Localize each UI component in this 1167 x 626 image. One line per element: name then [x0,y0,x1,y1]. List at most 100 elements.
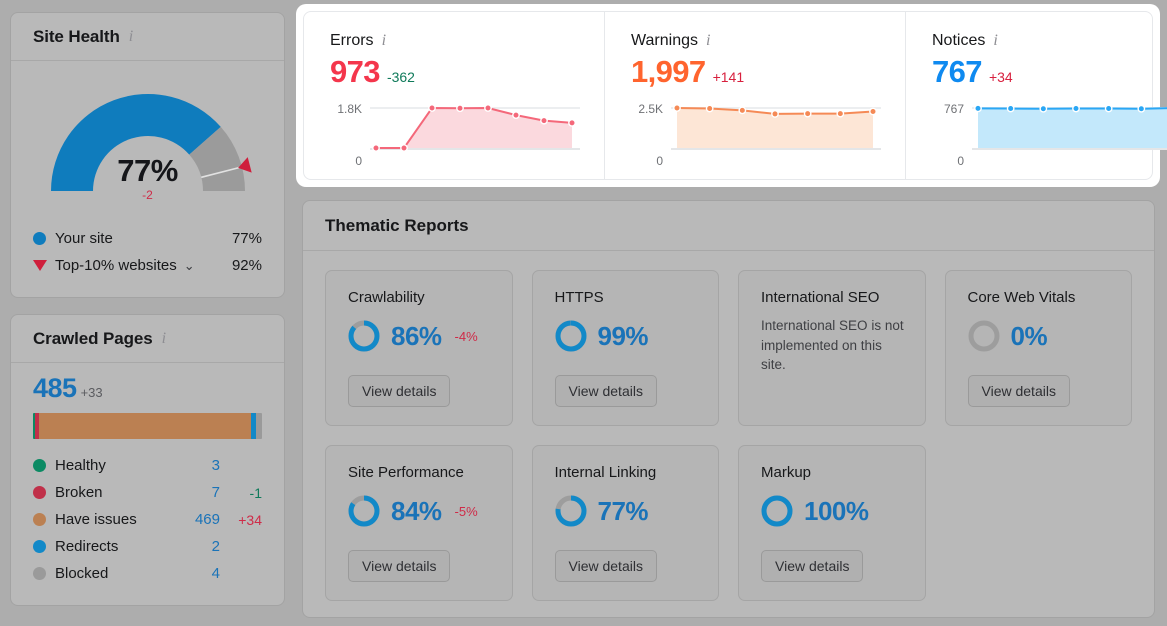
stat-header: Errorsi [330,32,580,50]
sparkline-axis: 1.8K0 [330,102,370,162]
thematic-tile-title: Internal Linking [555,464,699,481]
chevron-down-icon[interactable]: ⌄ [184,258,195,273]
view-details-button[interactable]: View details [348,375,450,407]
thematic-tile-title: Core Web Vitals [968,289,1112,306]
stat-sparkline: 2.5K0 [631,102,881,162]
stat-value: 1,997 [631,54,706,90]
site-health-legend-label: Top-10% websites⌄ [55,257,232,274]
thematic-tile[interactable]: Markup 100% View details [738,445,926,601]
stat-card-notices[interactable]: Noticesi767+347670 [905,12,1167,179]
progress-ring-icon [761,495,793,527]
progress-ring-icon [348,495,380,527]
progress-ring-icon [968,320,1000,352]
thematic-tile[interactable]: HTTPS 99% View details [532,270,720,426]
crawled-pages-legend-label: Have issues [55,511,176,528]
thematic-reports-title: Thematic Reports [303,201,1154,251]
crawled-pages-panel: Crawled Pages i 485 +33 Healthy3Broken7-… [10,314,285,606]
thematic-tile-metric: 0% [968,320,1112,352]
thematic-tile-title: International SEO [761,289,905,306]
crawled-pages-legend-count: 4 [176,565,220,582]
issues-summary-card: Errorsi973-3621.8K0Warningsi1,997+1412.5… [303,11,1153,180]
stat-value: 767 [932,54,982,90]
stat-sparkline: 7670 [932,102,1167,162]
crawled-pages-legend-row[interactable]: Healthy3 [33,452,262,479]
info-icon[interactable]: i [382,33,386,49]
crawled-pages-legend-label: Redirects [55,538,176,555]
site-health-panel: Site Health i 77% -2 Your site77%Top-10%… [10,12,285,298]
thematic-tile[interactable]: Core Web Vitals 0% View details [945,270,1133,426]
site-health-gauge: 77% -2 [33,73,262,221]
thematic-tile-percent: 77% [598,496,649,527]
thematic-tile-description: International SEO is not implemented on … [761,316,905,375]
legend-dot-icon [33,540,46,553]
thematic-reports-panel: Thematic Reports Crawlability86%-4%View … [302,200,1155,618]
view-details-button[interactable]: View details [968,375,1070,407]
thematic-tile-title: Markup [761,464,905,481]
thematic-tile-metric: 84%-5% [348,495,492,527]
thematic-tile-metric: 99% [555,320,699,352]
thematic-tile-title: Crawlability [348,289,492,306]
crawled-pages-title: Crawled Pages [33,329,153,349]
page-title: Site Health [33,27,120,47]
view-details-button[interactable]: View details [761,550,863,582]
stat-card-errors[interactable]: Errorsi 973 -362 1.8K0 [304,12,604,179]
stacked-bar-segment[interactable] [256,413,262,439]
info-icon[interactable]: i [162,331,166,347]
crawled-pages-legend-label: Broken [55,484,176,501]
legend-dot-icon [33,567,46,580]
thematic-tile-metric: 100% [761,495,905,527]
info-icon[interactable]: i [706,33,710,49]
view-details-button[interactable]: View details [555,550,657,582]
stat-value-row: 767 +34 [932,54,1167,90]
stat-value-row: 1,997 +141 [631,54,881,90]
thematic-tile[interactable]: Internal Linking 77% View details [532,445,720,601]
site-health-legend-value: 92% [232,257,262,274]
view-details-button[interactable]: View details [555,375,657,407]
crawled-pages-legend: Healthy3Broken7-1Have issues469+34Redire… [33,452,262,587]
thematic-tile[interactable]: Crawlability86%-4%View details [325,270,513,426]
stat-card-warnings[interactable]: Warnings i1,997 +141 2.5K0 [604,12,905,179]
stat-header: Warnings i [631,32,881,50]
progress-ring-icon [555,320,587,352]
sparkline-axis: 2.5K0 [631,102,671,162]
site-health-legend-row[interactable]: Top-10% websites⌄92% [33,252,262,279]
crawled-pages-legend-label: Blocked [55,565,176,582]
axis-tick-bottom: 0 [355,154,362,168]
stat-value-row: 973 -362 [330,54,580,90]
crawled-pages-legend-change: +34 [220,512,262,528]
crawled-pages-legend-label: Healthy [55,457,176,474]
stat-label: Warnings [631,32,698,50]
crawled-pages-total-line: 485 +33 [33,373,262,404]
info-icon[interactable]: i [129,29,133,45]
site-health-legend-value: 77% [232,230,262,247]
site-health-legend-label: Your site [55,230,232,247]
crawled-pages-legend-row[interactable]: Broken7-1 [33,479,262,506]
site-health-legend-row: Your site77% [33,225,262,252]
stacked-bar-segment[interactable] [39,413,251,439]
legend-dot-icon [33,486,46,499]
crawled-pages-legend-count: 7 [176,484,220,501]
sparkline-svg [370,102,580,162]
site-health-header: Site Health i [11,13,284,61]
stat-delta: +141 [713,69,745,85]
thematic-tile-title: HTTPS [555,289,699,306]
left-column: Site Health i 77% -2 Your site77%Top-10%… [10,12,285,606]
crawled-pages-legend-row[interactable]: Have issues469+34 [33,506,262,533]
stat-value: 973 [330,54,380,90]
stat-delta: +34 [989,69,1013,85]
sparkline-axis: 7670 [932,102,972,162]
view-details-button[interactable]: View details [348,550,450,582]
crawled-pages-legend-row[interactable]: Blocked4 [33,560,262,587]
crawled-pages-legend-row[interactable]: Redirects2 [33,533,262,560]
crawled-pages-header: Crawled Pages i [11,315,284,363]
thematic-tile[interactable]: Site Performance84%-5%View details [325,445,513,601]
crawled-pages-stacked-bar [33,413,262,439]
sparkline-svg [671,102,881,162]
issues-spotlight-overlay: Errorsi973-3621.8K0Warningsi1,997+1412.5… [296,4,1160,187]
thematic-tile[interactable]: International SEO International SEO is no… [738,270,926,426]
info-icon[interactable]: i [993,33,997,49]
stat-delta: -362 [387,69,415,85]
progress-ring-icon [555,495,587,527]
thematic-tile-percent: 0% [1011,321,1048,352]
thematic-tile-change: -5% [455,504,478,519]
